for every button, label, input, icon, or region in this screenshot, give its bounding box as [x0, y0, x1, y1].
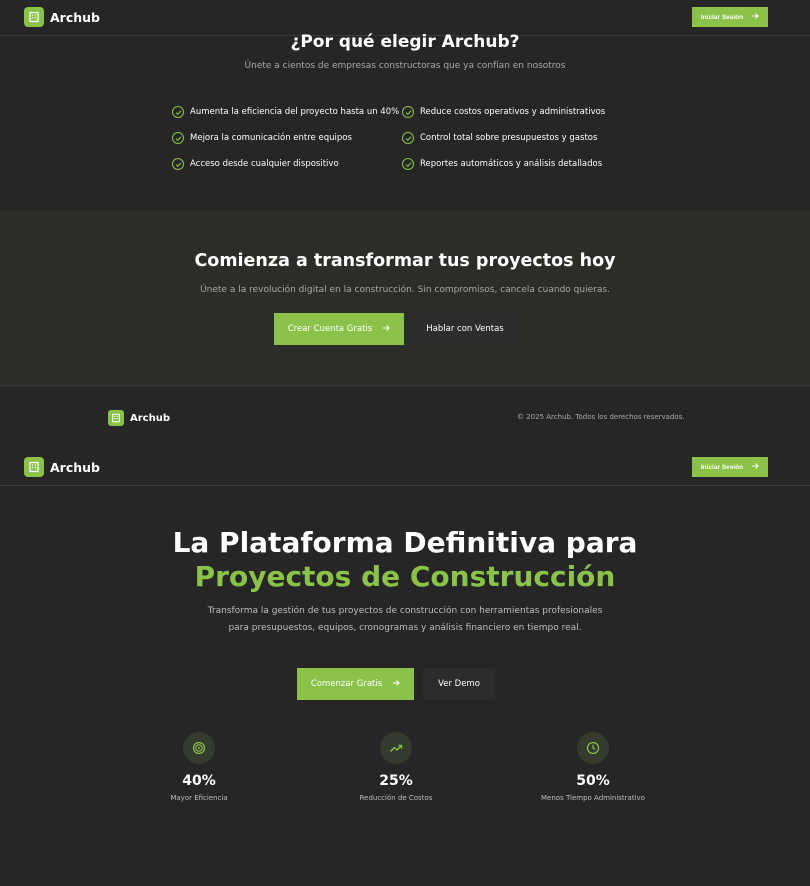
- login-label: Iniciar Sesión: [700, 463, 744, 471]
- arrow-right-icon: [382, 324, 390, 335]
- top-nav: Archub Iniciar Sesión: [0, 450, 810, 486]
- check-circle-icon: [172, 158, 184, 170]
- benefit-text: Mejora la comunicación entre equipos: [190, 133, 352, 143]
- check-circle-icon: [402, 106, 414, 118]
- view-demo-button[interactable]: Ver Demo: [423, 668, 495, 700]
- start-free-button[interactable]: Comenzar Gratis: [297, 668, 414, 700]
- check-circle-icon: [402, 158, 414, 170]
- check-circle-icon: [172, 132, 184, 144]
- brand-name: Archub: [50, 459, 100, 475]
- hero-title-highlight: Proyectos de Construcción: [194, 560, 616, 593]
- arrow-right-icon: [751, 462, 759, 472]
- copyright-text: © 2025 Archub. Todos los derechos reserv…: [517, 413, 685, 421]
- cta-section: Comienza a transformar tus proyectos hoy…: [0, 211, 810, 386]
- cta-title: Comienza a transformar tus proyectos hoy: [194, 251, 616, 271]
- brand-name: Archub: [130, 412, 170, 424]
- footer: Archub © 2025 Archub. Todos los derechos…: [0, 386, 810, 450]
- stat-card: 40% Mayor Eficiencia: [119, 732, 279, 802]
- brand-logo[interactable]: Archub: [24, 7, 100, 27]
- login-button[interactable]: Iniciar Sesión: [692, 457, 768, 477]
- login-label: Iniciar Sesión: [700, 13, 744, 21]
- brand-logo[interactable]: Archub: [24, 457, 100, 477]
- benefit-item: Mejora la comunicación entre equipos: [172, 132, 352, 144]
- benefit-text: Acceso desde cualquier dispositivo: [190, 159, 339, 169]
- create-account-label: Crear Cuenta Gratis: [287, 324, 373, 334]
- stat-label: Mayor Eficiencia: [170, 794, 228, 802]
- top-nav: Archub Iniciar Sesión: [0, 0, 810, 36]
- building-icon: [24, 7, 44, 27]
- check-circle-icon: [172, 106, 184, 118]
- login-button[interactable]: Iniciar Sesión: [692, 7, 768, 27]
- brand-name: Archub: [50, 9, 100, 25]
- stat-value: 50%: [576, 773, 610, 789]
- benefit-text: Reduce costos operativos y administrativ…: [420, 107, 606, 117]
- benefit-text: Control total sobre presupuestos y gasto…: [420, 133, 598, 143]
- trending-up-icon: [380, 732, 412, 764]
- benefit-text: Reportes automáticos y análisis detallad…: [420, 159, 603, 169]
- stat-card: 25% Reducción de Costos: [316, 732, 476, 802]
- target-icon: [183, 732, 215, 764]
- benefit-text: Aumenta la eficiencia del proyecto hasta…: [190, 107, 400, 117]
- cta-subtitle: Únete a la revolución digital en la cons…: [200, 285, 610, 295]
- contact-sales-button[interactable]: Hablar con Ventas: [413, 313, 517, 345]
- start-free-label: Comenzar Gratis: [310, 679, 383, 689]
- footer-brand[interactable]: Archub: [108, 410, 170, 426]
- stat-value: 40%: [182, 773, 216, 789]
- benefit-item: Reduce costos operativos y administrativ…: [402, 106, 605, 118]
- hero-title: La Plataforma Definitiva para: [172, 526, 638, 559]
- hero-description: Transforma la gestión de tus proyectos d…: [207, 606, 603, 633]
- why-title: ¿Por qué elegir Archub?: [290, 32, 520, 52]
- arrow-right-icon: [751, 12, 759, 22]
- arrow-right-icon: [392, 679, 400, 690]
- why-subtitle: Únete a cientos de empresas constructora…: [244, 61, 566, 71]
- benefit-item: Control total sobre presupuestos y gasto…: [402, 132, 597, 144]
- benefit-item: Acceso desde cualquier dispositivo: [172, 158, 339, 170]
- building-icon: [108, 410, 124, 426]
- benefit-item: Reportes automáticos y análisis detallad…: [402, 158, 602, 170]
- stat-card: 50% Menos Tiempo Administrativo: [513, 732, 673, 802]
- create-account-button[interactable]: Crear Cuenta Gratis: [274, 313, 404, 345]
- contact-sales-label: Hablar con Ventas: [426, 324, 504, 334]
- building-icon: [24, 457, 44, 477]
- stat-label: Reducción de Costos: [359, 794, 433, 802]
- stat-label: Menos Tiempo Administrativo: [541, 794, 645, 802]
- stat-value: 25%: [379, 773, 413, 789]
- clock-icon: [577, 732, 609, 764]
- check-circle-icon: [402, 132, 414, 144]
- view-demo-label: Ver Demo: [438, 679, 480, 689]
- benefit-item: Aumenta la eficiencia del proyecto hasta…: [172, 106, 399, 118]
